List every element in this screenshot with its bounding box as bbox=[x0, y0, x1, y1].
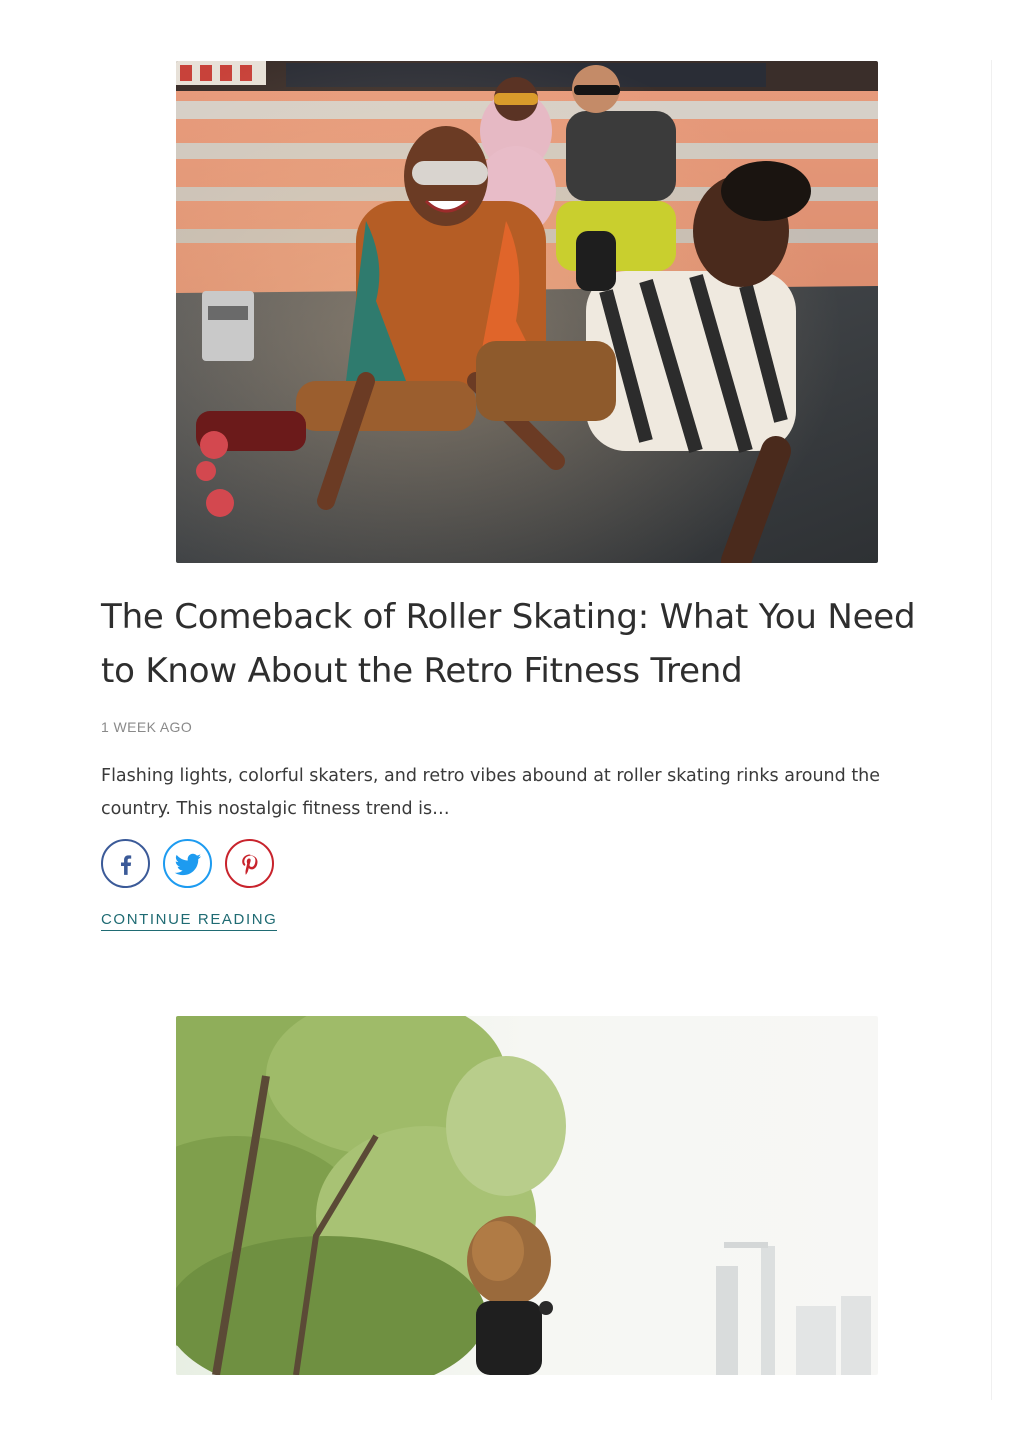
pinterest-icon bbox=[238, 852, 262, 876]
article-1-title[interactable]: The Comeback of Roller Skating: What You… bbox=[101, 590, 951, 698]
article-1-share-row bbox=[101, 839, 274, 889]
article-1-featured-image[interactable] bbox=[176, 61, 878, 563]
twitter-icon bbox=[173, 849, 203, 879]
facebook-icon bbox=[113, 851, 139, 877]
article-1-continue-reading-link[interactable]: CONTINUE READING bbox=[101, 911, 278, 931]
article-1-excerpt: Flashing lights, colorful skaters, and r… bbox=[101, 766, 881, 819]
share-pinterest-button[interactable] bbox=[225, 839, 274, 888]
article-2-featured-image[interactable] bbox=[176, 1016, 878, 1375]
share-twitter-button[interactable] bbox=[163, 839, 212, 888]
share-facebook-button[interactable] bbox=[101, 839, 150, 888]
page-edge-rule bbox=[991, 60, 992, 1400]
article-1-date: 1 WEEK AGO bbox=[101, 719, 193, 735]
